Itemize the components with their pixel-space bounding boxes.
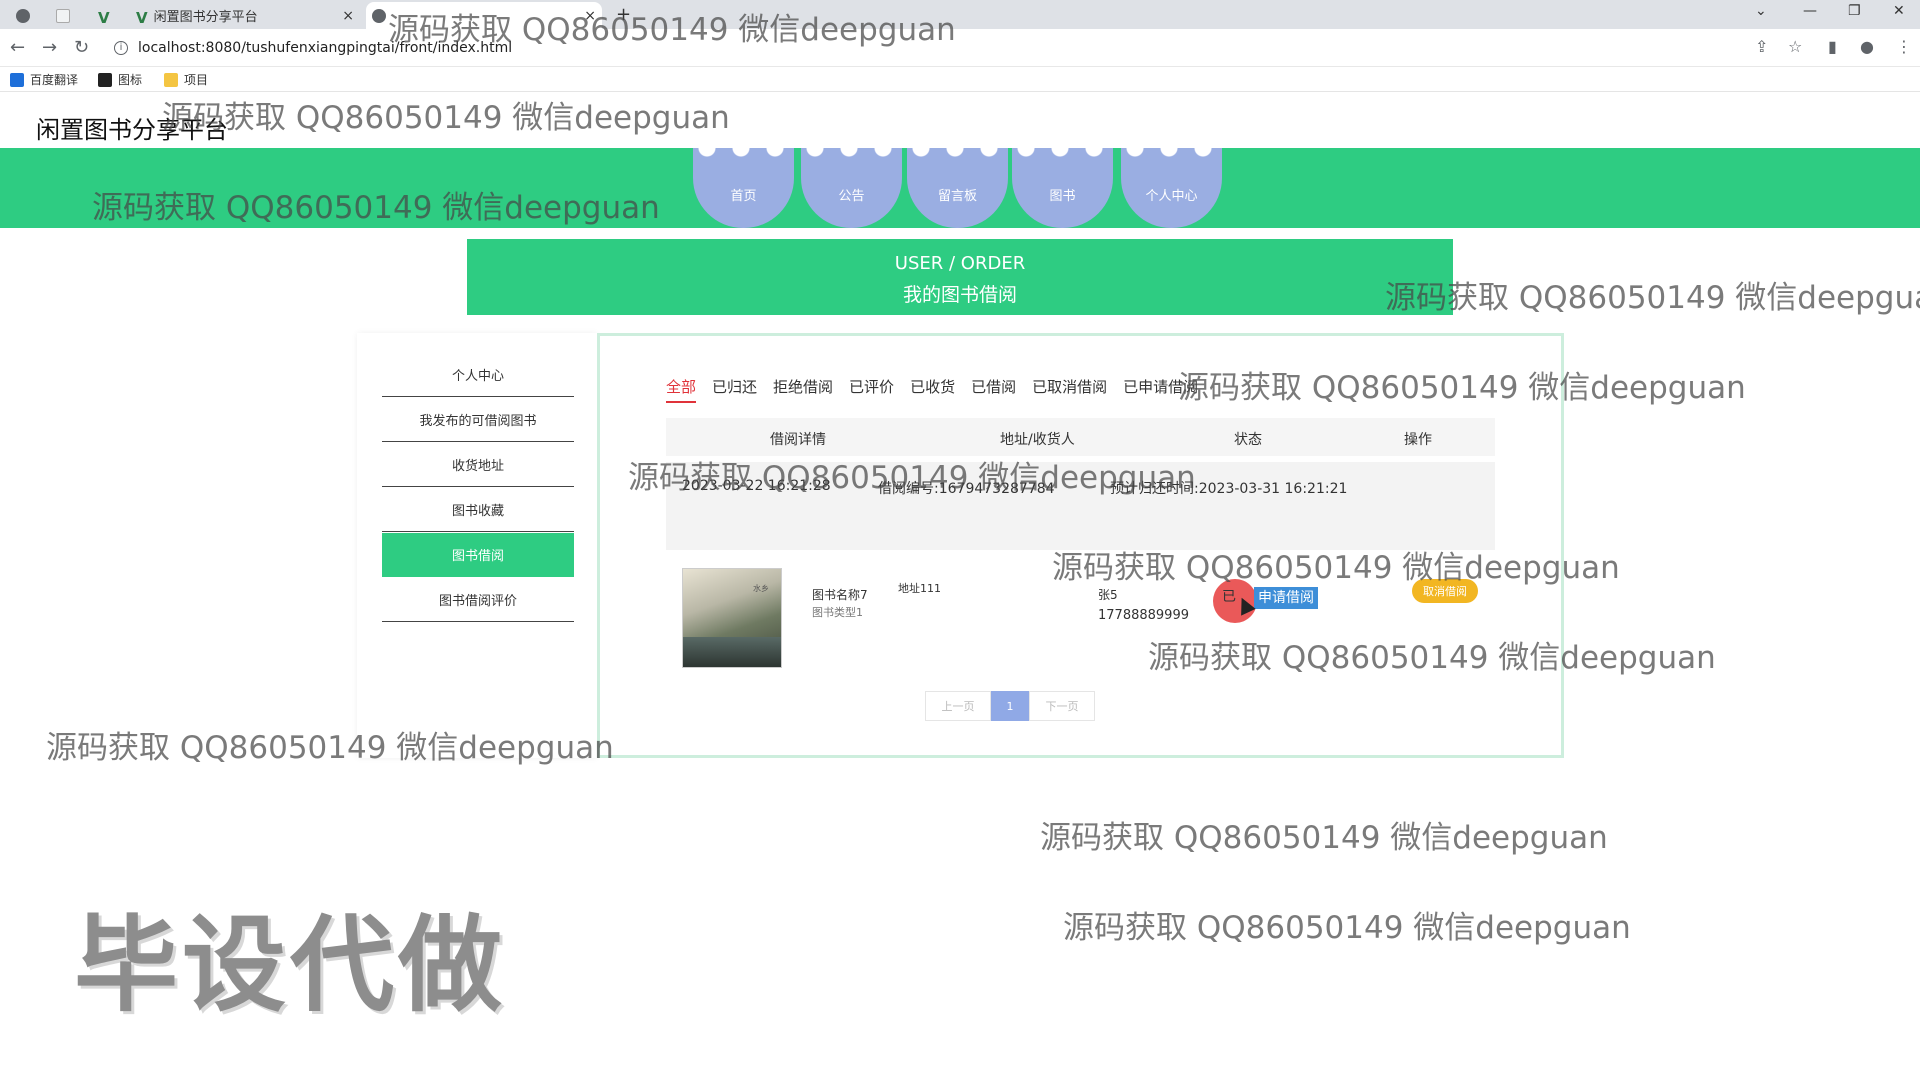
profile-icon[interactable]: ● — [1860, 37, 1874, 56]
prev-page-button[interactable]: 上一页 — [925, 691, 991, 721]
forward-icon[interactable]: → — [42, 37, 57, 58]
watermark: 源码获取 QQ86050149 微信deepguan — [1040, 820, 1608, 856]
watermark: 源码获取 QQ86050149 微信deepguan — [1052, 550, 1620, 586]
bookmark-item[interactable]: 项目 — [164, 71, 208, 88]
browser-tab[interactable] — [50, 2, 90, 29]
header-detail: 借阅详情 — [770, 432, 826, 448]
page-icon — [56, 8, 70, 23]
share-icon[interactable]: ⇪ — [1755, 37, 1768, 56]
receiver-name: 张5 — [1098, 588, 1118, 602]
image-icon — [98, 72, 112, 87]
address: 地址111 — [898, 582, 941, 595]
side-item-user-center[interactable]: 个人中心 — [382, 353, 574, 397]
restore-icon[interactable]: ❐ — [1848, 3, 1861, 19]
tab-title: 闲置图书分享平台 — [153, 10, 258, 25]
side-item-favorites[interactable]: 图书收藏 — [382, 488, 574, 532]
menu-icon[interactable]: ⋮ — [1896, 37, 1912, 56]
header-status: 状态 — [1234, 432, 1262, 448]
header-action: 操作 — [1404, 432, 1432, 448]
bookmarks-bar: 百度翻译 图标 项目 — [0, 67, 1920, 92]
browser-tab-active[interactable]: V 闲置图书分享平台 × — [130, 2, 360, 29]
close-window-icon[interactable]: ✕ — [1893, 3, 1905, 19]
watermark: 源码获取 QQ86050149 微信deepguan — [388, 12, 956, 48]
browser-tab[interactable]: V — [92, 2, 128, 29]
tab-reviewed[interactable]: 已评价 — [849, 376, 894, 403]
folder-icon — [164, 72, 178, 87]
watermark: 源码获取 QQ86050149 微信deepguan — [1385, 280, 1920, 316]
side-item-address[interactable]: 收货地址 — [382, 443, 574, 487]
vue-icon: V — [136, 8, 148, 27]
stamp-text: 毕设代做 — [74, 904, 507, 1026]
info-icon[interactable]: i — [114, 41, 128, 55]
banner-title: 我的图书借阅 — [902, 284, 1017, 306]
table-header: 借阅详情 地址/收货人 状态 操作 — [666, 418, 1495, 456]
status-prefix: 已 — [1222, 589, 1236, 605]
browser-toolbar: ← → ↻ i localhost:8080/tushufenxiangping… — [0, 29, 1920, 67]
bookmark-label: 项目 — [184, 73, 209, 87]
receiver-phone: 17788889999 — [1098, 608, 1189, 623]
sidepanel-icon[interactable]: ▮ — [1828, 37, 1837, 56]
bookmark-item[interactable]: 百度翻译 — [10, 71, 78, 88]
side-item-my-books[interactable]: 我发布的可借阅图书 — [382, 398, 574, 442]
globe-icon — [372, 8, 386, 23]
tab-close-icon[interactable]: × — [342, 8, 354, 24]
watermark: 源码获取 QQ86050149 微信deepguan — [628, 460, 1196, 496]
bookmark-label: 图标 — [118, 73, 143, 87]
tab-cancelled[interactable]: 已取消借阅 — [1032, 376, 1107, 403]
browser-tab[interactable] — [10, 2, 50, 29]
header-address: 地址/收货人 — [1000, 432, 1075, 448]
back-icon[interactable]: ← — [10, 37, 25, 58]
globe-icon — [16, 8, 30, 23]
tab-received[interactable]: 已收货 — [910, 376, 955, 403]
tab-search-icon[interactable]: ⌄ — [1755, 3, 1767, 19]
browser-tabstrip: V V 闲置图书分享平台 × × + ⌄ — ❐ ✕ — [0, 0, 1920, 29]
tab-borrowed[interactable]: 已借阅 — [971, 376, 1016, 403]
cover-title: 水乡 — [753, 584, 769, 593]
star-icon[interactable]: ☆ — [1788, 37, 1802, 56]
tab-all[interactable]: 全部 — [666, 376, 697, 403]
cover-water — [683, 637, 781, 667]
next-page-button[interactable]: 下一页 — [1029, 691, 1095, 721]
banner-subtitle: USER / ORDER — [894, 253, 1026, 274]
tab-returned[interactable]: 已归还 — [712, 376, 757, 403]
reload-icon[interactable]: ↻ — [74, 37, 89, 58]
watermark: 源码获取 QQ86050149 微信deepguan — [1063, 910, 1631, 946]
side-item-borrow[interactable]: 图书借阅 — [382, 533, 574, 577]
bookmark-label: 百度翻译 — [30, 73, 79, 87]
filter-tabs: 全部 已归还 拒绝借阅 已评价 已收货 已借阅 已取消借阅 已申请借阅 — [666, 376, 1214, 403]
watermark: 源码获取 QQ86050149 微信deepguan — [46, 730, 614, 766]
translate-icon — [10, 72, 24, 87]
page-banner: USER / ORDER 我的图书借阅 — [467, 239, 1453, 315]
minimize-icon[interactable]: — — [1803, 3, 1817, 19]
book-name: 图书名称7 — [812, 588, 868, 602]
watermark: 源码获取 QQ86050149 微信deepguan — [162, 100, 730, 136]
bookmark-item[interactable]: 图标 — [98, 71, 142, 88]
status-label: 申请借阅 — [1254, 587, 1318, 609]
side-menu: 个人中心 我发布的可借阅图书 收货地址 图书收藏 图书借阅 图书借阅评价 — [357, 333, 597, 758]
page-number-button[interactable]: 1 — [991, 691, 1029, 721]
side-item-reviews[interactable]: 图书借阅评价 — [382, 578, 574, 622]
watermark: 源码获取 QQ86050149 微信deepguan — [1148, 640, 1716, 676]
watermark: 源码获取 QQ86050149 微信deepguan — [1178, 370, 1746, 406]
pagination: 上一页 1 下一页 — [925, 691, 1095, 721]
vue-icon: V — [98, 8, 110, 27]
tab-rejected[interactable]: 拒绝借阅 — [773, 376, 833, 403]
book-cover-image[interactable]: 水乡 — [682, 568, 782, 668]
book-type: 图书类型1 — [812, 606, 863, 619]
watermark: 源码获取 QQ86050149 微信deepguan — [92, 190, 660, 226]
